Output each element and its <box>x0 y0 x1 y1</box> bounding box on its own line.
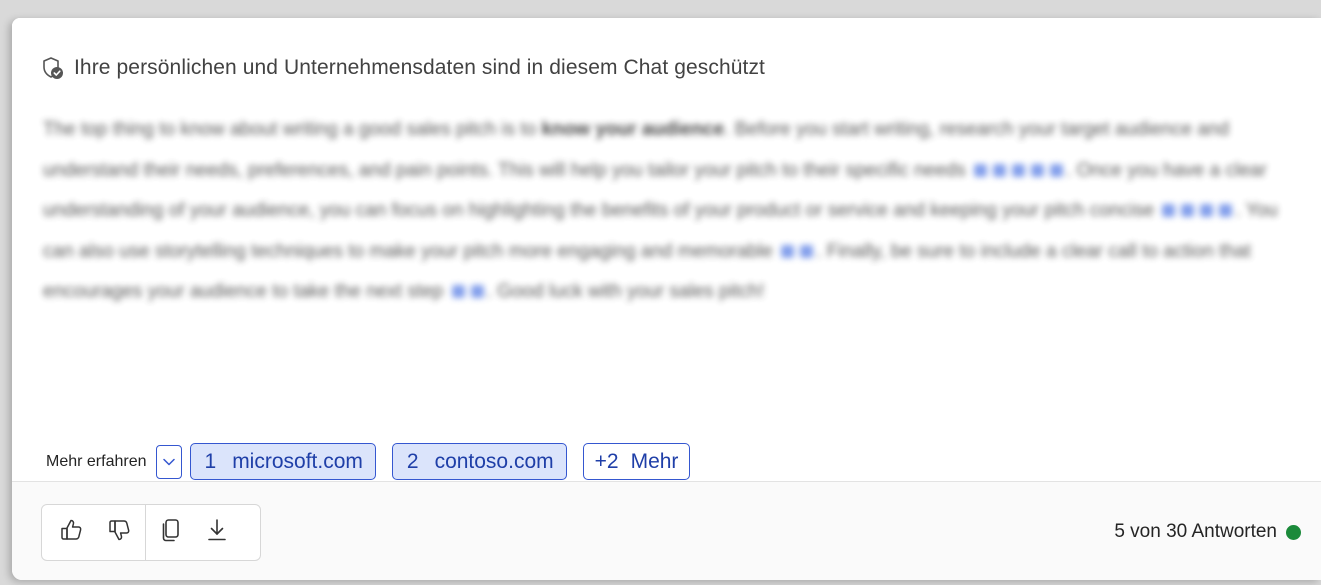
learn-more-row: Mehr erfahren 1 microsoft.com 2 contoso.… <box>46 443 706 480</box>
chat-response-card: Ihre persönlichen und Unternehmensdaten … <box>12 18 1321 580</box>
citation-marker[interactable] <box>1219 204 1233 218</box>
response-body: Ihre persönlichen und Unternehmensdaten … <box>12 18 1321 482</box>
source-number: 1 <box>204 449 217 473</box>
answer-part: . Good luck with your sales pitch! <box>486 281 765 302</box>
source-link-contoso[interactable]: 2 contoso.com <box>391 443 567 480</box>
dislike-button[interactable] <box>100 513 140 553</box>
citation-marker[interactable] <box>781 244 795 258</box>
response-count-text: 5 von 30 Antworten <box>1114 521 1277 542</box>
expand-sources-button[interactable] <box>155 444 182 479</box>
feedback-toolbar <box>41 504 261 561</box>
more-label: Mehr <box>630 449 679 473</box>
response-counter: 5 von 30 Antworten <box>1114 521 1301 543</box>
thumbs-up-icon <box>59 517 85 548</box>
citation-marker[interactable] <box>451 285 465 299</box>
citation-marker[interactable] <box>800 244 814 258</box>
source-label: contoso.com <box>434 449 554 473</box>
answer-bold: know your audience <box>541 119 725 140</box>
copy-button[interactable] <box>151 513 191 553</box>
shield-check-icon <box>42 56 64 80</box>
citation-marker[interactable] <box>1181 204 1195 218</box>
more-count: +2 <box>594 449 619 473</box>
download-button[interactable] <box>197 513 237 553</box>
status-indicator-dot <box>1286 524 1301 540</box>
citation-marker[interactable] <box>993 163 1007 177</box>
download-icon <box>205 517 229 548</box>
learn-more-label: Mehr erfahren <box>46 452 147 470</box>
like-button[interactable] <box>52 513 92 553</box>
citation-marker[interactable] <box>1200 204 1214 218</box>
citation-marker[interactable] <box>1031 163 1045 177</box>
source-label: microsoft.com <box>232 449 363 473</box>
privacy-notice: Ihre persönlichen und Unternehmensdaten … <box>42 56 765 80</box>
citation-marker[interactable] <box>1012 163 1026 177</box>
toolbar-divider <box>145 504 146 561</box>
citation-marker[interactable] <box>1162 204 1176 218</box>
more-sources-button[interactable]: +2 Mehr <box>582 443 691 480</box>
source-number: 2 <box>406 449 419 473</box>
privacy-text: Ihre persönlichen und Unternehmensdaten … <box>74 56 765 79</box>
answer-text: The top thing to know about writing a go… <box>43 110 1295 313</box>
source-link-microsoft[interactable]: 1 microsoft.com <box>189 443 376 480</box>
chevron-down-icon <box>162 453 175 471</box>
answer-part: The top thing to know about writing a go… <box>43 119 542 140</box>
thumbs-down-icon <box>107 517 133 548</box>
citation-marker[interactable] <box>974 163 988 177</box>
citation-marker[interactable] <box>1050 163 1064 177</box>
copy-icon <box>159 517 183 548</box>
citation-marker[interactable] <box>470 285 484 299</box>
